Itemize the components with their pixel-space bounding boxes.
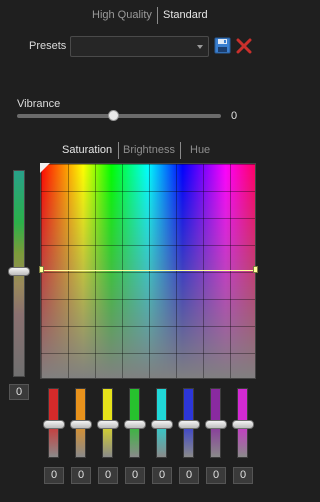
tab-separator xyxy=(180,142,181,159)
tab-separator xyxy=(118,142,119,159)
channel-value[interactable]: 0 xyxy=(206,467,226,484)
channel-slider-thumb[interactable] xyxy=(178,420,200,429)
channel-value[interactable]: 0 xyxy=(44,467,64,484)
tab-brightness[interactable]: Brightness xyxy=(123,144,175,156)
curve-point-left[interactable] xyxy=(39,266,44,273)
tab-hue[interactable]: Hue xyxy=(190,144,210,156)
quality-option-standard[interactable]: Standard xyxy=(163,9,208,21)
chevron-down-icon xyxy=(197,45,203,49)
channel-slider-thumb[interactable] xyxy=(124,420,146,429)
channel-slider-thumb[interactable] xyxy=(70,420,92,429)
channel-value[interactable]: 0 xyxy=(152,467,172,484)
curve-point-right[interactable] xyxy=(253,266,258,273)
channel-value[interactable]: 0 xyxy=(179,467,199,484)
quality-separator xyxy=(157,7,158,24)
vertical-slider-thumb[interactable] xyxy=(8,267,30,276)
channel-value[interactable]: 0 xyxy=(125,467,145,484)
vibrance-slider-track[interactable] xyxy=(17,114,221,118)
quality-option-high[interactable]: High Quality xyxy=(92,9,152,21)
curve-line[interactable] xyxy=(42,270,254,271)
channel-slider-thumb[interactable] xyxy=(151,420,173,429)
channel-slider-thumb[interactable] xyxy=(43,420,65,429)
channel-slider-thumb[interactable] xyxy=(205,420,227,429)
channel-value[interactable]: 0 xyxy=(233,467,253,484)
presets-label: Presets xyxy=(29,40,67,52)
vertical-slider-value[interactable]: 0 xyxy=(9,384,29,400)
tab-saturation[interactable]: Saturation xyxy=(62,144,112,156)
channel-value[interactable]: 0 xyxy=(98,467,118,484)
presets-dropdown[interactable] xyxy=(70,36,209,57)
channel-value[interactable]: 0 xyxy=(71,467,91,484)
vibrance-slider-thumb[interactable] xyxy=(108,110,119,121)
channel-slider-thumb[interactable] xyxy=(97,420,119,429)
save-icon[interactable] xyxy=(214,37,231,54)
vibrance-label: Vibrance xyxy=(17,98,61,110)
grid-lines xyxy=(40,163,256,379)
corner-marker xyxy=(40,163,50,173)
channel-slider-thumb[interactable] xyxy=(232,420,254,429)
delete-icon[interactable] xyxy=(236,38,252,54)
vibrance-value: 0 xyxy=(231,110,238,122)
